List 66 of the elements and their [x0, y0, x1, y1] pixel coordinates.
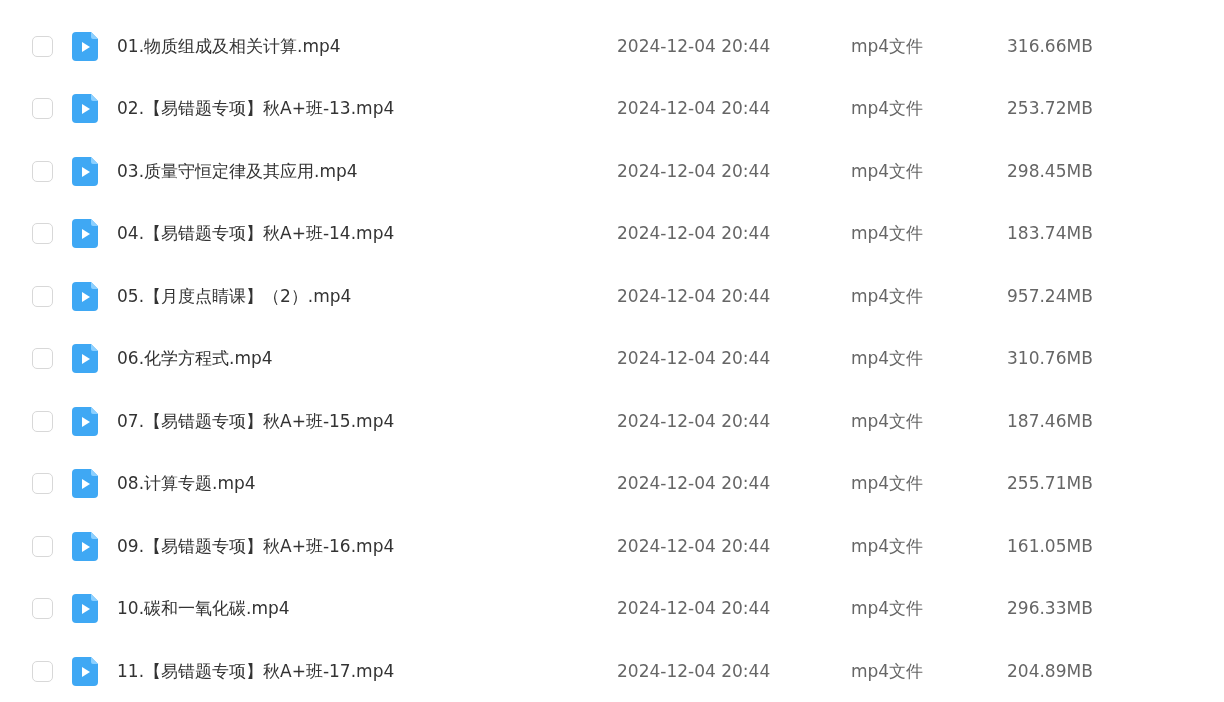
checkbox[interactable]	[32, 473, 53, 495]
checkbox[interactable]	[32, 98, 53, 120]
file-name[interactable]: 07.【易错题专项】秋A+班-15.mp4	[117, 408, 617, 434]
file-type: mp4文件	[851, 409, 925, 433]
video-file-icon	[72, 31, 98, 61]
video-file-icon	[72, 281, 98, 311]
checkbox[interactable]	[32, 535, 53, 557]
file-size: 296.33MB	[1007, 597, 1093, 620]
checkbox[interactable]	[32, 160, 53, 182]
modified-date: 2024-12-04 20:44	[617, 222, 772, 245]
modified-date: 2024-12-04 20:44	[617, 409, 772, 433]
file-name[interactable]: 10.碳和一氧化碳.mp4	[117, 596, 617, 622]
file-name[interactable]: 08.计算专题.mp4	[117, 471, 617, 497]
checkbox[interactable]	[32, 660, 53, 682]
file-size: 183.74MB	[1007, 222, 1093, 245]
video-file-icon	[72, 656, 98, 686]
file-type: mp4文件	[851, 597, 925, 620]
checkbox[interactable]	[32, 348, 53, 370]
modified-date: 2024-12-04 20:44	[617, 534, 772, 558]
modified-date: 2024-12-04 20:44	[617, 597, 772, 620]
file-size: 298.45MB	[1007, 159, 1093, 183]
checkbox[interactable]	[32, 35, 53, 57]
file-type: mp4文件	[851, 284, 925, 308]
modified-date: 2024-12-04 20:44	[617, 472, 772, 495]
file-type: mp4文件	[851, 472, 925, 495]
file-type: mp4文件	[851, 534, 925, 558]
modified-date: 2024-12-04 20:44	[617, 284, 772, 308]
file-name[interactable]: 11.【易错题专项】秋A+班-17.mp4	[117, 658, 617, 684]
modified-date: 2024-12-04 20:44	[617, 347, 772, 370]
video-file-icon	[72, 156, 98, 186]
file-name[interactable]: 02.【易错题专项】秋A+班-13.mp4	[117, 96, 617, 122]
video-file-icon	[72, 531, 98, 561]
modified-date: 2024-12-04 20:44	[617, 34, 772, 58]
file-type: mp4文件	[851, 97, 925, 120]
file-size: 187.46MB	[1007, 409, 1093, 433]
file-type: mp4文件	[851, 659, 925, 683]
file-type: mp4文件	[851, 347, 925, 370]
modified-date: 2024-12-04 20:44	[617, 97, 772, 120]
file-name[interactable]: 05.【月度点睛课】（2）.mp4	[117, 283, 617, 309]
file-name[interactable]: 03.质量守恒定律及其应用.mp4	[117, 158, 617, 184]
file-type: mp4文件	[851, 34, 925, 58]
file-name[interactable]: 09.【易错题专项】秋A+班-16.mp4	[117, 533, 617, 559]
modified-date: 2024-12-04 20:44	[617, 659, 772, 683]
file-type: mp4文件	[851, 222, 925, 245]
checkbox[interactable]	[32, 410, 53, 432]
video-file-icon	[72, 406, 98, 436]
file-size: 204.89MB	[1007, 659, 1093, 683]
video-file-icon	[72, 94, 98, 124]
video-file-icon	[72, 469, 98, 499]
video-file-icon	[72, 344, 98, 374]
file-size: 253.72MB	[1007, 97, 1093, 120]
file-size: 316.66MB	[1007, 34, 1093, 58]
checkbox[interactable]	[32, 223, 53, 245]
video-file-icon	[72, 219, 98, 249]
file-type: mp4文件	[851, 159, 925, 183]
file-size: 161.05MB	[1007, 534, 1093, 558]
checkbox[interactable]	[32, 598, 53, 620]
file-name[interactable]: 01.物质组成及相关计算.mp4	[117, 33, 617, 59]
file-name[interactable]: 04.【易错题专项】秋A+班-14.mp4	[117, 221, 617, 247]
modified-date: 2024-12-04 20:44	[617, 159, 772, 183]
file-size: 310.76MB	[1007, 347, 1093, 370]
file-size: 255.71MB	[1007, 472, 1093, 495]
checkbox[interactable]	[32, 285, 53, 307]
file-name[interactable]: 06.化学方程式.mp4	[117, 346, 617, 372]
file-size: 957.24MB	[1007, 284, 1093, 308]
video-file-icon	[72, 594, 98, 624]
